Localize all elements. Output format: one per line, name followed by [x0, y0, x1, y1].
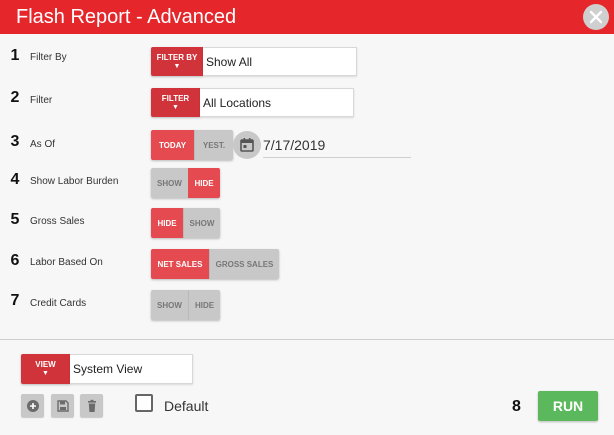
default-checkbox[interactable]	[135, 394, 153, 412]
labor-based-on-label: Labor Based On	[30, 257, 103, 268]
as-of-date-input[interactable]: 7/17/2019	[263, 132, 411, 158]
add-view-button[interactable]	[21, 394, 44, 417]
row-number: 4	[10, 171, 20, 188]
triangle-down-icon: ▼	[173, 62, 181, 70]
calendar-icon	[240, 138, 254, 152]
close-button[interactable]	[583, 4, 609, 30]
gross-sales-label: Gross Sales	[30, 216, 85, 227]
filter-select[interactable]: All Locations	[200, 88, 354, 117]
triangle-down-icon: ▼	[172, 103, 179, 111]
filter-label: Filter	[30, 95, 53, 106]
default-label: Default	[164, 398, 209, 414]
net-sales-option[interactable]: NET SALES	[151, 249, 209, 279]
filter-button-label: FILTER	[161, 93, 190, 103]
row-number: 2	[10, 89, 20, 106]
credit-cards-show-option[interactable]: SHOW	[151, 290, 188, 320]
row-number: 3	[10, 133, 20, 150]
view-value: System View	[73, 362, 143, 376]
filter-button[interactable]: FILTER ▼	[151, 88, 200, 117]
filter-by-value: Show All	[206, 54, 253, 69]
trash-icon	[87, 399, 96, 412]
view-select[interactable]: System View	[70, 354, 193, 384]
row-number: 5	[10, 211, 20, 228]
filter-by-select[interactable]: Show All	[203, 47, 357, 76]
filter-by-label: Filter By	[30, 52, 67, 63]
dialog-title: Flash Report - Advanced	[16, 6, 237, 28]
gross-sales-show-option[interactable]: SHOW	[183, 208, 220, 238]
as-of-label: As Of	[30, 139, 56, 150]
labor-burden-show-option[interactable]: SHOW	[151, 168, 188, 198]
close-icon	[589, 10, 603, 24]
triangle-down-icon: ▼	[42, 370, 49, 377]
credit-cards-toggle: SHOW HIDE	[151, 290, 220, 320]
add-icon	[26, 399, 39, 412]
filter-value: All Locations	[203, 95, 272, 110]
filter-by-button[interactable]: FILTER BY ▼	[151, 47, 203, 76]
credit-cards-hide-option[interactable]: HIDE	[188, 290, 220, 320]
labor-based-on-toggle: NET SALES GROSS SALES	[151, 249, 279, 279]
run-number: 8	[512, 398, 521, 415]
view-button-label: VIEW	[35, 360, 56, 369]
filter-by-button-label: FILTER BY	[156, 52, 198, 62]
as-of-date-value: 7/17/2019	[263, 136, 326, 153]
labor-burden-hide-option[interactable]: HIDE	[188, 168, 220, 198]
as-of-toggle: TODAY YEST.	[151, 130, 233, 160]
row-number: 1	[10, 47, 20, 64]
dialog-titlebar: Flash Report - Advanced	[0, 0, 614, 34]
show-labor-burden-label: Show Labor Burden	[30, 176, 119, 187]
gross-sales-toggle: HIDE SHOW	[151, 208, 220, 238]
divider	[0, 339, 614, 340]
today-option[interactable]: TODAY	[151, 130, 194, 160]
gross-sales-hide-option[interactable]: HIDE	[151, 208, 183, 238]
gross-sales-option[interactable]: GROSS SALES	[209, 249, 279, 279]
save-view-button[interactable]	[51, 394, 74, 417]
credit-cards-label: Credit Cards	[30, 298, 87, 309]
save-icon	[56, 399, 69, 412]
view-button[interactable]: VIEW ▼	[21, 354, 70, 384]
yesterday-option[interactable]: YEST.	[194, 130, 233, 160]
row-number: 7	[10, 292, 20, 309]
calendar-button[interactable]	[233, 131, 261, 159]
delete-view-button[interactable]	[80, 394, 103, 417]
row-number: 6	[10, 252, 20, 269]
run-button[interactable]: RUN	[538, 391, 598, 421]
labor-burden-toggle: SHOW HIDE	[151, 168, 220, 198]
